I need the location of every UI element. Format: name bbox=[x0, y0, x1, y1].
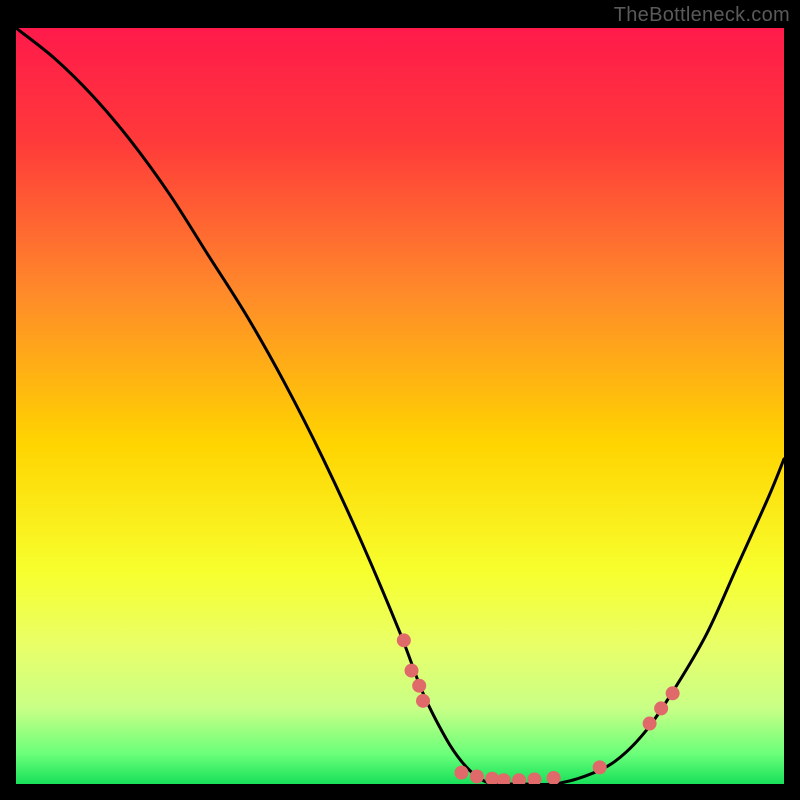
chart-frame: TheBottleneck.com bbox=[0, 0, 800, 800]
marker-dot bbox=[654, 701, 668, 715]
marker-dot bbox=[470, 769, 484, 783]
marker-dot bbox=[405, 664, 419, 678]
chart-svg bbox=[16, 28, 784, 784]
marker-dot bbox=[416, 694, 430, 708]
plot-area bbox=[16, 28, 784, 784]
marker-dot bbox=[593, 760, 607, 774]
watermark-text: TheBottleneck.com bbox=[614, 4, 790, 27]
marker-dot bbox=[454, 766, 468, 780]
marker-dot bbox=[397, 633, 411, 647]
marker-dot bbox=[412, 679, 426, 693]
marker-dot bbox=[643, 717, 657, 731]
marker-dot bbox=[666, 686, 680, 700]
